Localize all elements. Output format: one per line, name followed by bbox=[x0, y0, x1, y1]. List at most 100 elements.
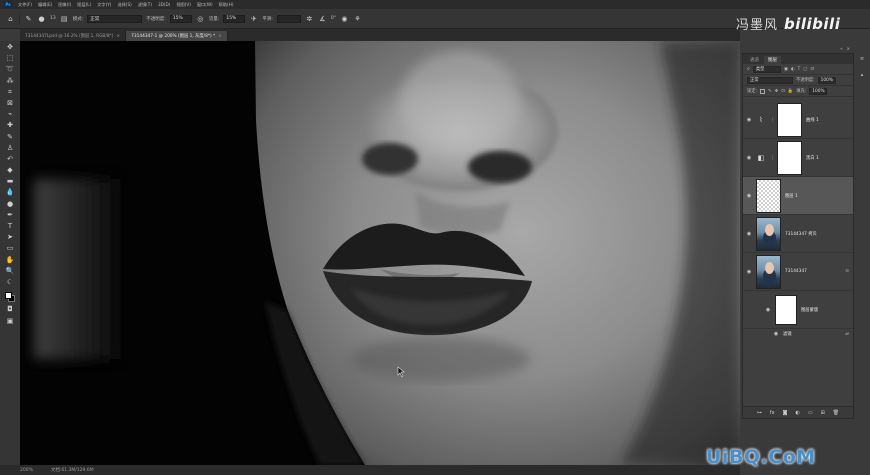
home-icon[interactable]: ⌂ bbox=[6, 14, 15, 23]
frame-tool-icon[interactable]: ⊠ bbox=[4, 99, 16, 108]
color-swatches[interactable] bbox=[4, 291, 16, 303]
layer-name[interactable]: 73144347 拷贝 bbox=[785, 231, 817, 237]
filter-shape-icon[interactable]: ▢ bbox=[803, 67, 807, 72]
menu-filter[interactable]: 滤镜(T) bbox=[138, 2, 152, 8]
layer-filter-mask[interactable]: ◉ 图层蒙版 bbox=[743, 291, 853, 329]
layer-photo-copy[interactable]: ◉ 73144347 拷贝 bbox=[743, 215, 853, 253]
banana-icon[interactable]: ☾ bbox=[4, 278, 16, 287]
layer-thumbnail[interactable] bbox=[756, 178, 781, 213]
marquee-tool-icon[interactable]: ⬚ bbox=[4, 54, 16, 63]
new-group-icon[interactable]: ▭ bbox=[808, 410, 813, 416]
flow-field[interactable]: 15% bbox=[223, 14, 246, 23]
menu-3d[interactable]: 3D(D) bbox=[158, 2, 170, 7]
menu-edit[interactable]: 编辑(E) bbox=[38, 2, 52, 8]
brush-tool-icon[interactable]: ✎ bbox=[24, 14, 33, 23]
eye-icon[interactable]: ◉ bbox=[765, 307, 771, 313]
delete-layer-icon[interactable]: 🗑 bbox=[833, 410, 839, 416]
menu-file[interactable]: 文件(F) bbox=[18, 2, 32, 8]
eye-icon[interactable]: ◉ bbox=[773, 331, 779, 337]
pressure-opacity-icon[interactable]: ◎ bbox=[196, 14, 205, 23]
airbrush-icon[interactable]: ✈ bbox=[249, 14, 258, 23]
tab-document-1[interactable]: 73144347Lpsd @ 16.2% (图层 1, RGB/8*) × bbox=[20, 31, 127, 41]
path-select-tool-icon[interactable]: ➤ bbox=[4, 233, 16, 242]
eyedropper-tool-icon[interactable]: ⌁ bbox=[4, 110, 16, 119]
tab-channels[interactable]: 通道 bbox=[746, 56, 763, 64]
fill-field[interactable]: 100% bbox=[809, 87, 828, 95]
layer-1-selected[interactable]: ◉ 图层 1 bbox=[743, 177, 853, 215]
filter-mask-thumbnail[interactable] bbox=[775, 294, 797, 325]
layer-photo[interactable]: ◉ 73144347 ⊙ bbox=[743, 253, 853, 291]
quick-mask-icon[interactable]: ◘ bbox=[4, 305, 16, 314]
layer-thumbnail[interactable] bbox=[756, 216, 781, 251]
menu-view[interactable]: 视图(V) bbox=[176, 2, 191, 8]
lock-all-icon[interactable]: 🔒 bbox=[788, 89, 793, 94]
lasso-tool-icon[interactable]: ➰ bbox=[4, 65, 16, 74]
layer-name[interactable]: 黑白 1 bbox=[806, 155, 819, 161]
layer-black-white[interactable]: ◉ ◧ ⋮ 黑白 1 bbox=[743, 139, 853, 177]
move-tool-icon[interactable]: ✥ bbox=[4, 43, 16, 52]
layer-filter-sub[interactable]: ◉ 滤镜 ⇌ bbox=[743, 329, 853, 339]
new-layer-icon[interactable]: ⊞ bbox=[821, 410, 825, 416]
brush-preset-icon[interactable]: ● bbox=[37, 14, 46, 23]
layer-thumbnail[interactable] bbox=[756, 254, 781, 289]
eye-icon[interactable]: ◉ bbox=[746, 269, 752, 275]
menu-help[interactable]: 帮助(H) bbox=[219, 2, 234, 8]
layer-curves[interactable]: ◉ ⌇ ⋮ 曲线 1 bbox=[743, 101, 853, 139]
filter-kind-select[interactable]: 类型 bbox=[752, 65, 781, 73]
document-canvas[interactable] bbox=[20, 41, 740, 465]
menu-image[interactable]: 图像(I) bbox=[58, 2, 71, 8]
screen-mode-icon[interactable]: ▣ bbox=[4, 317, 16, 326]
brush-tool-icon[interactable]: ✎ bbox=[4, 133, 16, 142]
layer-name[interactable]: 曲线 1 bbox=[806, 117, 819, 123]
scroll-up-icon[interactable]: ▴ bbox=[861, 72, 864, 78]
blur-tool-icon[interactable]: 💧 bbox=[4, 188, 16, 197]
close-icon[interactable]: × bbox=[116, 34, 120, 39]
layer-name[interactable]: 图层蒙版 bbox=[801, 307, 818, 313]
opacity-field[interactable]: 15% bbox=[169, 14, 192, 23]
layer-mask-thumbnail[interactable] bbox=[777, 102, 802, 137]
smoothing-field[interactable] bbox=[276, 14, 301, 23]
rectangle-tool-icon[interactable]: ▭ bbox=[4, 244, 16, 253]
eye-icon[interactable]: ◉ bbox=[746, 231, 752, 237]
lock-artboard-icon[interactable]: ⊡ bbox=[781, 89, 785, 94]
filter-pixel-icon[interactable]: ▣ bbox=[784, 67, 788, 72]
lock-pixels-icon[interactable]: ✎ bbox=[768, 89, 772, 94]
lock-transparent-icon[interactable] bbox=[760, 88, 766, 94]
zoom-level[interactable]: 200% bbox=[20, 468, 33, 473]
tab-layers[interactable]: 图层 bbox=[764, 56, 781, 64]
dodge-tool-icon[interactable]: ● bbox=[4, 200, 16, 209]
menu-window[interactable]: 窗口(W) bbox=[197, 2, 213, 8]
lock-position-icon[interactable]: ✥ bbox=[775, 89, 779, 94]
eye-icon[interactable]: ◉ bbox=[746, 155, 752, 161]
layer-mask-thumbnail[interactable] bbox=[777, 140, 802, 175]
menu-icon[interactable]: ≡ bbox=[860, 56, 864, 62]
symmetry-icon[interactable]: ⚘ bbox=[353, 14, 362, 23]
zoom-tool-icon[interactable]: 🔍 bbox=[4, 267, 16, 276]
mode-select[interactable]: 正常 bbox=[87, 14, 143, 23]
history-brush-tool-icon[interactable]: ↶ bbox=[4, 155, 16, 164]
gradient-tool-icon[interactable]: ▬ bbox=[4, 177, 16, 186]
crop-tool-icon[interactable]: ⌗ bbox=[4, 88, 16, 97]
quick-select-tool-icon[interactable]: ⁂ bbox=[4, 77, 16, 86]
new-adjustment-icon[interactable]: ◐ bbox=[795, 410, 799, 416]
close-icon[interactable]: × bbox=[218, 34, 222, 39]
angle-value[interactable]: 0° bbox=[331, 16, 336, 21]
type-tool-icon[interactable]: T bbox=[4, 222, 16, 231]
menu-type[interactable]: 文字(Y) bbox=[97, 2, 111, 8]
eye-icon[interactable]: ◉ bbox=[746, 117, 752, 123]
blend-mode-select[interactable]: 正常 bbox=[747, 76, 793, 84]
smoothing-settings-icon[interactable]: ✲ bbox=[305, 14, 314, 23]
menu-layer[interactable]: 图层(L) bbox=[77, 2, 91, 8]
add-mask-icon[interactable]: ◙ bbox=[783, 410, 788, 416]
link-layers-icon[interactable]: ⊶ bbox=[757, 410, 762, 416]
brush-settings-icon[interactable]: ▤ bbox=[60, 14, 69, 23]
filter-type-icon[interactable]: T bbox=[798, 67, 801, 72]
collapse-icon[interactable]: « bbox=[840, 46, 842, 53]
eye-icon[interactable]: ◉ bbox=[746, 193, 752, 199]
filter-label[interactable]: 滤镜 bbox=[783, 331, 792, 337]
healing-brush-tool-icon[interactable]: ✚ bbox=[4, 121, 16, 130]
filter-adjustment-icon[interactable]: ◐ bbox=[791, 67, 795, 72]
filter-smartobject-icon[interactable]: ⊡ bbox=[810, 67, 814, 72]
layer-name[interactable]: 73144347 bbox=[785, 269, 807, 274]
fx-icon[interactable]: fx bbox=[770, 410, 775, 416]
